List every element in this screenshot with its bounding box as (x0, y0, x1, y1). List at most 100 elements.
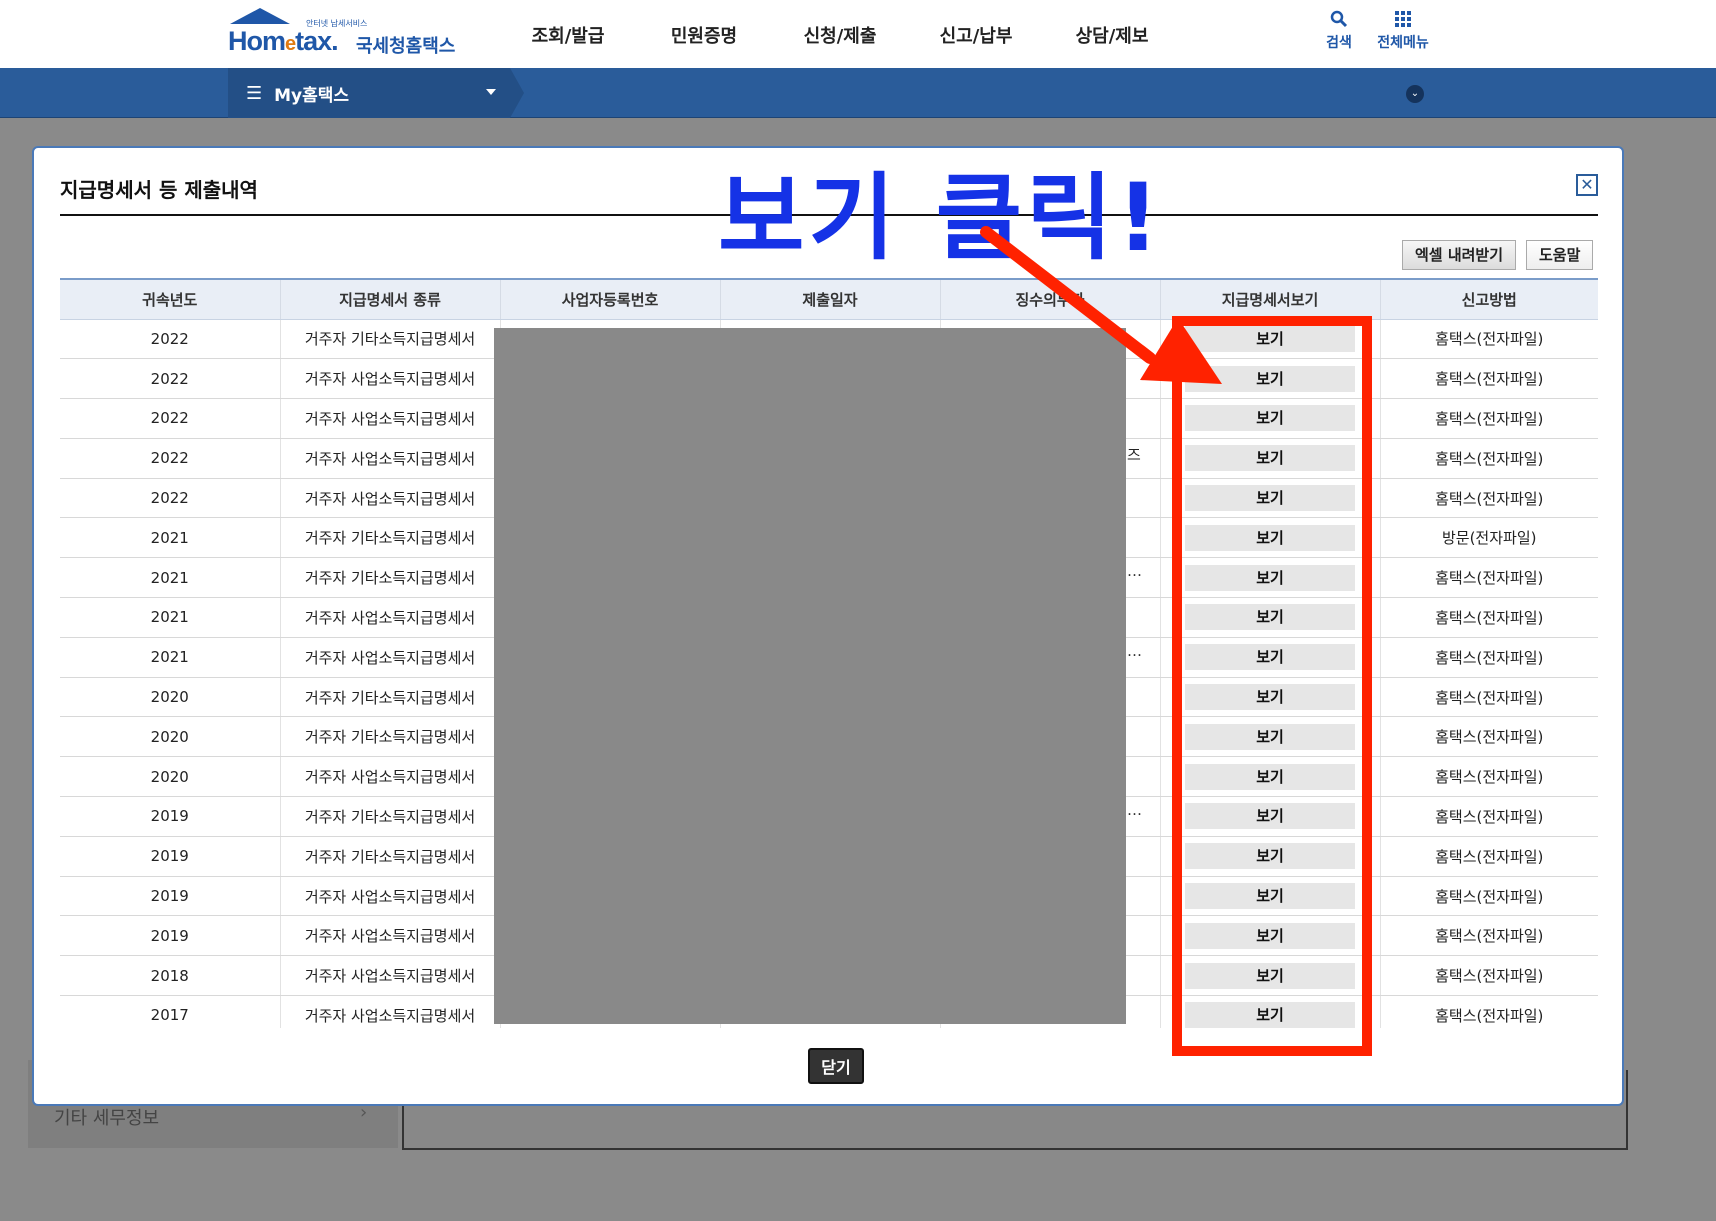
logo-brand-part: Hom (228, 26, 286, 56)
cell-method: 홈택스(전자파일) (1379, 319, 1598, 360)
cell-type: 거주자 사업소득지급명세서 (279, 398, 500, 439)
annotation-click-label: 보기 클릭! (718, 164, 1164, 273)
cell-method: 홈택스(전자파일) (1379, 438, 1598, 479)
cell-method: 홈택스(전자파일) (1379, 915, 1598, 957)
cell-method: 홈택스(전자파일) (1379, 478, 1598, 519)
main-nav: 조회/발급 민원증명 신청/제출 신고/납부 상담/제보 (500, 22, 1180, 48)
cell-type: 거주자 기타소득지급명세서 (279, 557, 500, 599)
cell-type: 거주자 기타소득지급명세서 (279, 716, 500, 758)
logo-brand-e: e (285, 33, 296, 55)
column-header-business-number[interactable]: 사업자등록번호 (499, 278, 720, 320)
cell-type: 거주자 사업소득지급명세서 (279, 915, 500, 957)
my-hometax-label: My홈택스 (274, 85, 350, 106)
cell-year: 2020 (60, 756, 280, 798)
cell-year: 2020 (60, 716, 280, 758)
withholder-partial-text: 즈 (1127, 446, 1141, 464)
hamburger-icon: ☰ (246, 82, 263, 104)
column-header-method[interactable]: 신고방법 (1379, 278, 1598, 320)
cell-year: 2018 (60, 955, 280, 997)
cell-method: 홈택스(전자파일) (1379, 756, 1598, 798)
cell-year: 2017 (60, 995, 280, 1028)
column-header-submit-date[interactable]: 제출일자 (719, 278, 940, 320)
cell-method: 홈택스(전자파일) (1379, 876, 1598, 917)
chevron-down-icon[interactable]: ⌄ (1406, 85, 1424, 103)
my-hometax-menu[interactable]: ☰ My홈택스 (228, 68, 510, 118)
breadcrumb-arrow (510, 68, 524, 118)
cell-type: 거주자 기타소득지급명세서 (279, 836, 500, 877)
search-button[interactable]: 검색 (1304, 10, 1374, 52)
cell-method: 홈택스(전자파일) (1379, 716, 1598, 758)
cell-type: 거주자 사업소득지급명세서 (279, 955, 500, 997)
cell-type: 거주자 사업소득지급명세서 (279, 478, 500, 519)
all-menu-button[interactable]: 전체메뉴 (1368, 10, 1438, 52)
cell-year: 2020 (60, 677, 280, 718)
sub-navigation-band: ☰ My홈택스 ⌄ (0, 68, 1716, 118)
cell-method: 홈택스(전자파일) (1379, 398, 1598, 439)
cell-year: 2021 (60, 557, 280, 599)
cell-method: 방문(전자파일) (1379, 517, 1598, 559)
column-header-view[interactable]: 지급명세서보기 (1159, 278, 1380, 320)
cell-year: 2022 (60, 438, 280, 479)
withholder-ellipsis: … (1127, 642, 1142, 660)
logo-brand: Hometax. (228, 26, 339, 57)
column-header-year[interactable]: 귀속년도 (60, 278, 280, 320)
nav-item-filing[interactable]: 신고/납부 (908, 22, 1044, 48)
cell-method: 홈택스(전자파일) (1379, 358, 1598, 400)
all-menu-label: 전체메뉴 (1377, 35, 1429, 51)
cell-year: 2019 (60, 876, 280, 917)
cell-type: 거주자 사업소득지급명세서 (279, 637, 500, 678)
cell-type: 거주자 사업소득지급명세서 (279, 358, 500, 400)
cell-type: 거주자 기타소득지급명세서 (279, 319, 500, 360)
cell-year: 2022 (60, 358, 280, 400)
cell-type: 거주자 기타소득지급명세서 (279, 517, 500, 559)
house-roof-icon (230, 8, 290, 24)
logo-brand-part: tax. (295, 26, 339, 56)
nav-item-consult[interactable]: 상담/제보 (1044, 22, 1180, 48)
modal-title: 지급명세서 등 제출내역 (60, 178, 258, 202)
cell-year: 2019 (60, 836, 280, 877)
close-icon[interactable]: ✕ (1576, 174, 1598, 196)
redaction-block (494, 328, 1126, 1024)
cell-year: 2022 (60, 319, 280, 360)
cell-year: 2021 (60, 637, 280, 678)
column-header-type[interactable]: 지급명세서 종류 (279, 278, 500, 320)
nav-item-inquiry[interactable]: 조회/발급 (500, 22, 636, 48)
cell-method: 홈택스(전자파일) (1379, 677, 1598, 718)
search-icon (1304, 10, 1374, 32)
cell-method: 홈택스(전자파일) (1379, 557, 1598, 599)
top-header: 안터넷 납세서비스 Hometax. 국세청홈택스 조회/발급 민원증명 신청/… (0, 0, 1716, 68)
close-button[interactable]: 닫기 (808, 1048, 864, 1084)
search-label: 검색 (1326, 35, 1352, 51)
cell-method: 홈택스(전자파일) (1379, 955, 1598, 997)
cell-type: 거주자 사업소득지급명세서 (279, 756, 500, 798)
cell-method: 홈택스(전자파일) (1379, 836, 1598, 877)
cell-year: 2019 (60, 915, 280, 957)
withholder-ellipsis: … (1127, 801, 1142, 819)
cell-type: 거주자 사업소득지급명세서 (279, 995, 500, 1028)
help-button[interactable]: 도움말 (1526, 240, 1594, 270)
excel-download-button[interactable]: 엑셀 내려받기 (1402, 240, 1517, 270)
cell-type: 거주자 기타소득지급명세서 (279, 677, 500, 718)
logo-korean-name: 국세청홈택스 (356, 36, 456, 57)
cell-type: 거주자 사업소득지급명세서 (279, 597, 500, 638)
hometax-logo[interactable]: 안터넷 납세서비스 Hometax. 국세청홈택스 (226, 8, 456, 60)
nav-item-application[interactable]: 신청/제출 (772, 22, 908, 48)
caret-down-icon (486, 89, 496, 95)
sidebar-item-tax-info[interactable]: 기타 세무정보 (54, 1104, 159, 1130)
cell-year: 2021 (60, 517, 280, 559)
column-header-withholder[interactable]: 징수의무자 (939, 278, 1160, 320)
annotation-highlight-box (1172, 316, 1372, 1056)
table-header-row: 귀속년도 지급명세서 종류 사업자등록번호 제출일자 징수의무자 지급명세서보기… (60, 278, 1598, 320)
nav-item-certificate[interactable]: 민원증명 (636, 22, 772, 48)
cell-type: 거주자 사업소득지급명세서 (279, 438, 500, 479)
grid-icon (1368, 10, 1438, 32)
cell-type: 거주자 기타소득지급명세서 (279, 796, 500, 837)
cell-method: 홈택스(전자파일) (1379, 796, 1598, 837)
cell-year: 2022 (60, 398, 280, 439)
cell-year: 2021 (60, 597, 280, 638)
cell-type: 거주자 사업소득지급명세서 (279, 876, 500, 917)
cell-method: 홈택스(전자파일) (1379, 597, 1598, 638)
cell-method: 홈택스(전자파일) (1379, 637, 1598, 678)
cell-method: 홈택스(전자파일) (1379, 995, 1598, 1028)
cell-year: 2022 (60, 478, 280, 519)
